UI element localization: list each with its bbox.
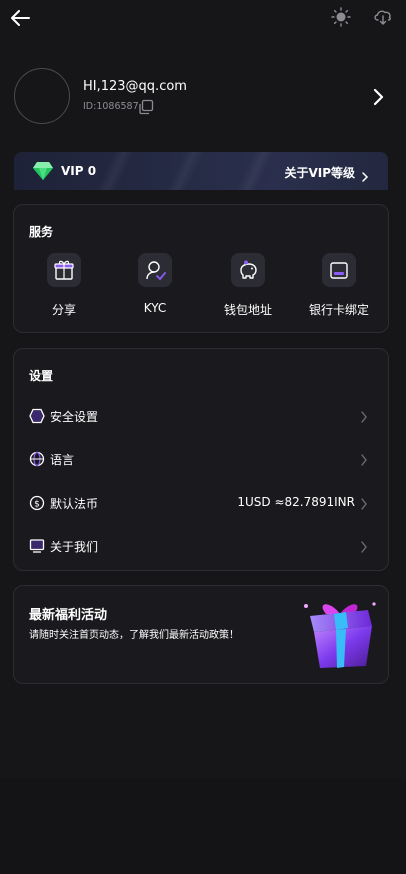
dollar-coin-icon: $ [29, 495, 45, 511]
globe-icon [29, 451, 45, 467]
back-arrow-icon[interactable] [8, 6, 32, 30]
settings-row-security[interactable]: 安全设置 [14, 397, 388, 437]
settings-row-language[interactable]: 语言 [14, 440, 388, 480]
copy-icon[interactable] [138, 99, 154, 115]
top-bar [0, 0, 406, 36]
user-email: HI,123@qq.com [83, 79, 187, 94]
service-label: 分享 [51, 303, 76, 317]
vip-level: VIP 0 [61, 164, 97, 178]
theme-toggle-sun-icon[interactable] [330, 6, 352, 28]
chevron-right-icon [360, 409, 368, 423]
chevron-right-icon [360, 539, 368, 553]
piggy-bank-icon [231, 253, 265, 287]
settings-row-label: 语言 [50, 453, 75, 467]
settings-row-label: 关于我们 [50, 540, 99, 554]
service-kyc[interactable]: KYC [110, 253, 200, 325]
services-title: 服务 [29, 225, 54, 239]
service-label: 钱包地址 [223, 303, 272, 317]
gift-icon [47, 253, 81, 287]
promo-subtitle: 请随时关注首页动态，了解我们最新活动政策！ [29, 630, 239, 641]
chevron-right-icon[interactable] [370, 87, 386, 107]
settings-row-fiat-currency[interactable]: $ 默认法币 1USD ≈82.7891INR [14, 484, 388, 524]
shield-hexagon-icon [29, 408, 45, 424]
wallet-card-icon [322, 253, 356, 287]
settings-title: 设置 [29, 369, 54, 383]
gift-box-illustration [302, 596, 378, 670]
vip-info-label: 关于VIP等级 [284, 166, 355, 180]
cloud-download-icon[interactable] [372, 6, 394, 28]
avatar[interactable] [14, 68, 70, 124]
monitor-icon [29, 538, 45, 554]
settings-row-label: 安全设置 [50, 410, 99, 424]
settings-card: 设置 安全设置 语言 $ 默认法币 1USD ≈82.7891INR 关于我们 [13, 348, 389, 571]
services-card: 服务 分享 KYC 钱包地址 银行卡绑定 [13, 204, 389, 333]
page-bottom-area [0, 778, 406, 874]
service-wallet-address[interactable]: 钱包地址 [203, 253, 293, 325]
settings-row-label: 默认法币 [50, 497, 99, 511]
chevron-right-icon [361, 167, 369, 182]
service-bank-card[interactable]: 银行卡绑定 [294, 253, 384, 325]
svg-text:$: $ [34, 500, 40, 510]
promo-card[interactable]: 最新福利活动 请随时关注首页动态，了解我们最新活动政策！ [13, 585, 389, 684]
settings-row-about[interactable]: 关于我们 [14, 527, 388, 567]
vip-info-link[interactable]: 关于VIP等级 [284, 164, 368, 181]
profile-header[interactable]: HI,123@qq.com ID:1086587 [14, 68, 394, 126]
user-id: ID:1086587 [83, 101, 139, 112]
exchange-rate-value: 1USD ≈82.7891INR [237, 495, 355, 509]
user-verify-icon [138, 253, 172, 287]
diamond-icon [32, 161, 54, 181]
chevron-right-icon [360, 496, 368, 510]
chevron-right-icon [360, 452, 368, 466]
service-share[interactable]: 分享 [19, 253, 109, 325]
promo-title: 最新福利活动 [29, 608, 108, 623]
service-label: 银行卡绑定 [308, 303, 369, 317]
service-label: KYC [143, 301, 167, 315]
